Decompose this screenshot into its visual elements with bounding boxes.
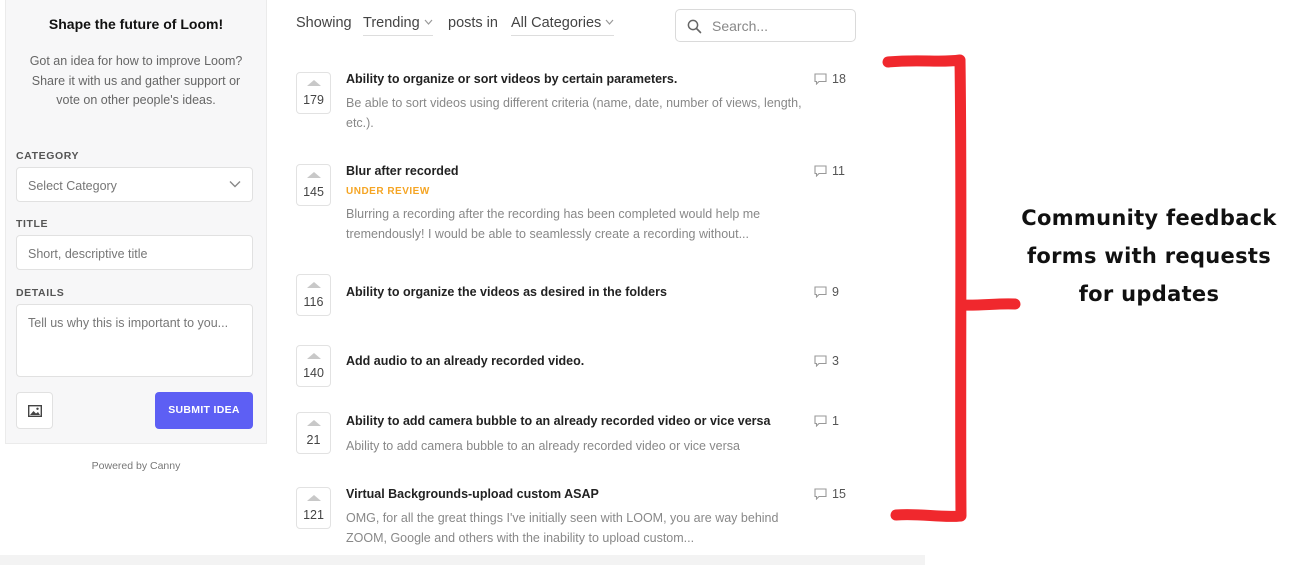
status-badge: UNDER REVIEW <box>346 186 430 197</box>
category-select-placeholder: Select Category <box>28 179 117 193</box>
upvote-button[interactable]: 21 <box>296 412 331 454</box>
post-title[interactable]: Virtual Backgrounds-upload custom ASAP <box>346 487 599 501</box>
bottom-divider <box>0 555 925 565</box>
chevron-down-icon <box>605 19 614 25</box>
upvote-button[interactable]: 121 <box>296 487 331 529</box>
post-title[interactable]: Ability to organize the videos as desire… <box>346 285 667 299</box>
annotation-line: for updates <box>1078 282 1220 306</box>
panel-title: Shape the future of Loom! <box>48 16 224 32</box>
post-description: Ability to add camera bubble to an alrea… <box>346 439 740 453</box>
post-description: OMG, for all the great things I've initi… <box>346 511 779 545</box>
details-textarea-placeholder: Tell us why this is important to you... <box>28 316 229 330</box>
vote-count: 140 <box>303 366 324 380</box>
annotation-text: Community feedback forms with requests f… <box>1015 199 1283 313</box>
comment-count: 18 <box>814 72 846 86</box>
category-select[interactable]: Select Category <box>16 167 253 202</box>
submit-idea-button[interactable]: SUBMIT IDEA <box>155 392 253 429</box>
post-title[interactable]: Ability to organize or sort videos by ce… <box>346 72 677 86</box>
annotation-line: forms with requests <box>1026 244 1272 268</box>
vote-count: 21 <box>306 433 321 447</box>
idea-submission-panel: Shape the future of Loom! Got an idea fo… <box>5 0 267 444</box>
category-filter-dropdown[interactable]: All Categories <box>511 15 615 36</box>
comment-count: 9 <box>814 285 839 299</box>
sort-dropdown[interactable]: Trending <box>363 15 433 36</box>
search-icon <box>687 19 702 34</box>
comment-count-value: 9 <box>832 285 839 299</box>
comment-icon <box>814 355 827 367</box>
chevron-down-icon <box>229 181 241 188</box>
comment-count-value: 18 <box>832 72 846 86</box>
upvote-button[interactable]: 140 <box>296 345 331 387</box>
upvote-arrow-icon <box>307 80 321 86</box>
comment-count: 1 <box>814 414 839 428</box>
title-input[interactable]: Short, descriptive title <box>16 235 253 270</box>
upvote-arrow-icon <box>307 172 321 178</box>
post-description: Be able to sort videos using different c… <box>346 96 802 130</box>
comment-icon <box>814 415 827 427</box>
upvote-button[interactable]: 179 <box>296 72 331 114</box>
details-label: DETAILS <box>16 287 65 299</box>
comment-count-value: 3 <box>832 354 839 368</box>
post-description: Blurring a recording after the recording… <box>346 207 761 241</box>
sort-dropdown-value: Trending <box>363 15 420 31</box>
upvote-arrow-icon <box>307 420 321 426</box>
category-filter-value: All Categories <box>511 15 602 31</box>
upvote-button[interactable]: 116 <box>296 274 331 316</box>
upvote-button[interactable]: 145 <box>296 164 331 206</box>
post-title[interactable]: Add audio to an already recorded video. <box>346 354 584 368</box>
image-icon <box>28 405 42 417</box>
search-placeholder: Search... <box>712 18 769 34</box>
attach-image-button[interactable] <box>16 392 53 429</box>
search-input[interactable]: Search... <box>675 9 856 42</box>
panel-description: Got an idea for how to improve Loom? Sha… <box>29 54 243 107</box>
comment-icon <box>814 73 827 85</box>
chevron-down-icon <box>424 19 433 25</box>
post-title[interactable]: Blur after recorded <box>346 164 459 178</box>
upvote-arrow-icon <box>307 282 321 288</box>
title-input-placeholder: Short, descriptive title <box>28 247 148 261</box>
title-label: TITLE <box>16 218 49 230</box>
category-label: CATEGORY <box>16 150 80 162</box>
vote-count: 179 <box>303 93 324 107</box>
comment-icon <box>814 165 827 177</box>
showing-label: Showing <box>296 15 352 31</box>
vote-count: 145 <box>303 185 324 199</box>
comment-count-value: 11 <box>832 164 845 178</box>
comment-count-value: 15 <box>832 487 846 501</box>
posts-in-label: posts in <box>448 15 498 31</box>
comment-count: 11 <box>814 164 845 178</box>
vote-count: 121 <box>303 508 324 522</box>
annotation-line: Community feedback <box>1021 206 1277 230</box>
powered-by-link[interactable]: Powered by Canny <box>5 460 267 472</box>
upvote-arrow-icon <box>307 353 321 359</box>
comment-count: 3 <box>814 354 839 368</box>
comment-count: 15 <box>814 487 846 501</box>
vote-count: 116 <box>303 295 324 309</box>
post-title[interactable]: Ability to add camera bubble to an alrea… <box>346 414 770 428</box>
comment-icon <box>814 488 827 500</box>
comment-count-value: 1 <box>832 414 839 428</box>
upvote-arrow-icon <box>307 495 321 501</box>
red-bracket-annotation <box>882 54 1021 522</box>
comment-icon <box>814 286 827 298</box>
details-textarea[interactable]: Tell us why this is important to you... <box>16 304 253 377</box>
